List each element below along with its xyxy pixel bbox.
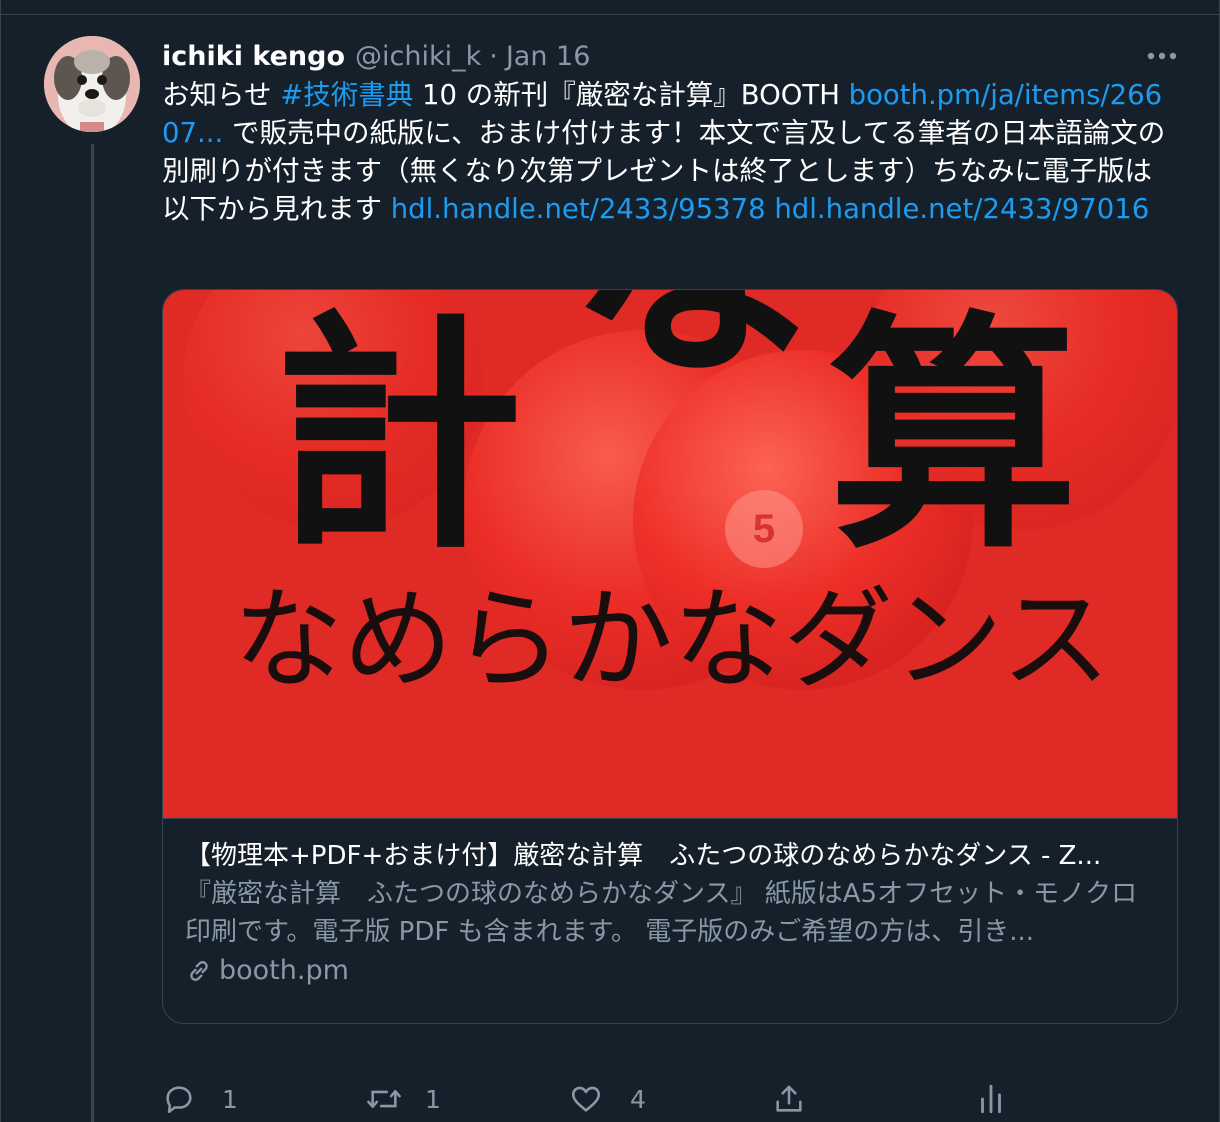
retweet-icon: [367, 1089, 401, 1109]
retweet-button[interactable]: 1: [365, 1082, 441, 1116]
separator-dot: ·: [489, 40, 498, 72]
timestamp[interactable]: Jan 16: [506, 41, 591, 72]
card-image-subtitle: なめらかなダンス: [233, 576, 1111, 704]
card-domain-text: booth.pm: [219, 955, 349, 986]
share-button[interactable]: [772, 1082, 806, 1116]
like-icon: [571, 1086, 601, 1112]
tweet-container[interactable]: ichiki kengo @ichiki_k · Jan 16 お知らせ #技術…: [0, 0, 1220, 1122]
avatar-dog-image: [44, 36, 140, 132]
analytics-button[interactable]: [974, 1082, 1008, 1116]
handle-link-1[interactable]: hdl.handle.net/2433/95378: [391, 193, 766, 225]
more-icon: [1147, 52, 1177, 60]
avatar[interactable]: [44, 36, 140, 132]
handle-link-2[interactable]: hdl.handle.net/2433/97016: [774, 193, 1149, 225]
card-body: 【物理本+PDF+おまけ付】厳密な計算 ふたつの球のなめらかなダンス - Z..…: [163, 819, 1177, 991]
more-button[interactable]: [1142, 42, 1182, 70]
retweet-count: 1: [425, 1084, 441, 1114]
card-description: 『厳密な計算 ふたつの球のなめらかなダンス』 紙版はA5オフセット・モノクロ印刷…: [185, 879, 1138, 947]
reply-count: 1: [222, 1084, 238, 1114]
card-title: 【物理本+PDF+おまけ付】厳密な計算 ふたつの球のなめらかなダンス - Z..…: [185, 841, 1102, 871]
like-count: 4: [630, 1084, 646, 1114]
tweet-text-part: 10 の新刊『厳密な計算』BOOTH: [413, 79, 849, 111]
tweet-header: ichiki kengo @ichiki_k · Jan 16: [162, 36, 1182, 76]
like-button[interactable]: 4: [568, 1082, 646, 1116]
tweet-actions: 1 1 4: [162, 1076, 1062, 1122]
tweet-text-part: お知らせ: [162, 79, 281, 111]
share-icon: [776, 1085, 802, 1112]
ball-number-label: 5: [725, 490, 803, 568]
display-name[interactable]: ichiki kengo: [162, 41, 345, 72]
reply-button[interactable]: 1: [162, 1082, 238, 1116]
card-domain: booth.pm: [185, 951, 1155, 991]
thread-line: [91, 144, 94, 1122]
card-image[interactable]: 5 計 な 算 なめらかなダンス: [163, 290, 1177, 819]
card-image-large-char-center: な: [568, 290, 818, 390]
analytics-icon: [981, 1084, 1001, 1114]
user-handle[interactable]: @ichiki_k: [355, 41, 481, 72]
card-image-large-char-right: 算: [828, 291, 1078, 582]
hashtag-link[interactable]: #技術書典: [280, 79, 413, 111]
link-icon: [190, 961, 208, 981]
card-image-large-char-left: 計: [273, 291, 523, 582]
tweet-content: ichiki kengo @ichiki_k · Jan 16 お知らせ #技術…: [162, 36, 1182, 1114]
tweet-text: お知らせ #技術書典 10 の新刊『厳密な計算』BOOTH booth.pm/j…: [162, 76, 1178, 228]
link-preview-card[interactable]: 5 計 な 算 なめらかなダンス 【物理本+PDF+おまけ付】厳密な計算 ふたつ…: [162, 289, 1178, 1024]
reply-icon: [166, 1086, 192, 1114]
top-divider: [1, 14, 1219, 15]
